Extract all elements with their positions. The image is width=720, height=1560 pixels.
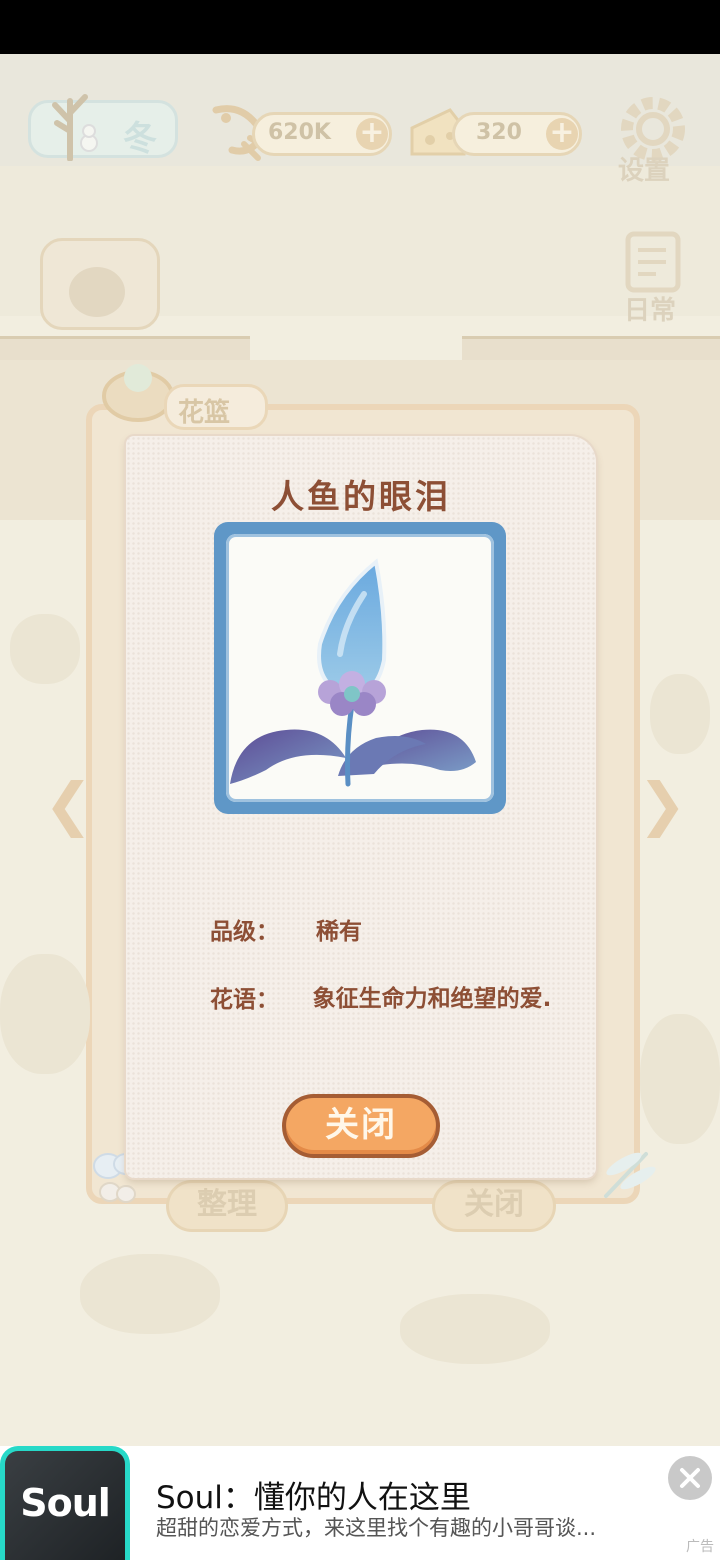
stone bbox=[0, 954, 90, 1074]
basket-close-button-label: 关闭 bbox=[464, 1187, 524, 1222]
flower-image-frame bbox=[214, 522, 506, 814]
watering-can-video-icon[interactable] bbox=[40, 238, 160, 330]
fish-amount: 620K bbox=[268, 120, 331, 145]
ad-title[interactable]: Soul：懂你的人在这里 bbox=[156, 1472, 471, 1517]
ad-description[interactable]: 超甜的恋爱方式，来这里找个有趣的小哥哥谈... bbox=[156, 1512, 704, 1542]
close-button-label: 关闭 bbox=[325, 1105, 397, 1145]
ad-app-logo[interactable]: Soul bbox=[0, 1446, 130, 1560]
grade-value: 稀有 bbox=[316, 919, 362, 945]
flower-language-label: 花语： bbox=[210, 987, 279, 1013]
stone bbox=[650, 674, 710, 754]
winter-tree-icon bbox=[52, 94, 98, 161]
dragonfly-icon bbox=[604, 1152, 656, 1198]
add-cheese-button[interactable]: + bbox=[546, 118, 578, 150]
left-arrow-icon[interactable]: ❮ bbox=[44, 770, 93, 838]
shelf-top-right bbox=[462, 336, 720, 360]
daily-label[interactable]: 日常 bbox=[624, 290, 676, 327]
play-circle bbox=[69, 267, 125, 317]
right-arrow-icon[interactable]: ❯ bbox=[638, 770, 687, 838]
sort-button[interactable]: 整理 bbox=[166, 1180, 288, 1232]
status-bar bbox=[0, 0, 720, 54]
flower-name: 人鱼的眼泪 bbox=[271, 477, 451, 516]
season-label: 冬 bbox=[123, 119, 157, 159]
sort-button-label: 整理 bbox=[197, 1187, 257, 1222]
add-fish-button[interactable]: + bbox=[356, 118, 388, 150]
flower-detail-dialog: 人鱼的眼泪 品级： 稀有 花语： 象征生命力和绝望的爱. 关闭 bbox=[126, 436, 596, 1178]
close-button[interactable]: 关闭 bbox=[282, 1094, 440, 1158]
ad-banner[interactable]: Soul Soul：懂你的人在这里 超甜的恋爱方式，来这里找个有趣的小哥哥谈..… bbox=[0, 1446, 720, 1560]
stone bbox=[640, 1014, 720, 1144]
daily-note-icon[interactable] bbox=[620, 230, 690, 296]
ad-logo-text: Soul bbox=[20, 1481, 111, 1525]
stone bbox=[10, 614, 80, 684]
close-icon bbox=[680, 1468, 700, 1488]
stone bbox=[400, 1294, 550, 1364]
ad-tag: 广告 bbox=[686, 1539, 714, 1555]
grade-label: 品级： bbox=[210, 919, 279, 945]
cheese-amount: 320 bbox=[476, 120, 522, 145]
flower-language-value: 象征生命力和绝望的爱. bbox=[312, 986, 552, 1012]
basket-close-button[interactable]: 关闭 bbox=[432, 1180, 556, 1232]
flower-image-area bbox=[226, 534, 494, 802]
basket-tab-label: 花篮 bbox=[178, 398, 231, 428]
season-badge[interactable]: 冬 bbox=[28, 94, 178, 161]
mermaid-tear-flower-image bbox=[230, 558, 476, 787]
game-screen: 冬 620K + 320 + 设置 日常 花篮 ❮ ❯ 整理 关闭 人鱼的眼泪 … bbox=[0, 54, 720, 1446]
stone bbox=[80, 1254, 220, 1334]
ad-close-button[interactable] bbox=[668, 1456, 712, 1500]
settings-label[interactable]: 设置 bbox=[618, 150, 670, 187]
